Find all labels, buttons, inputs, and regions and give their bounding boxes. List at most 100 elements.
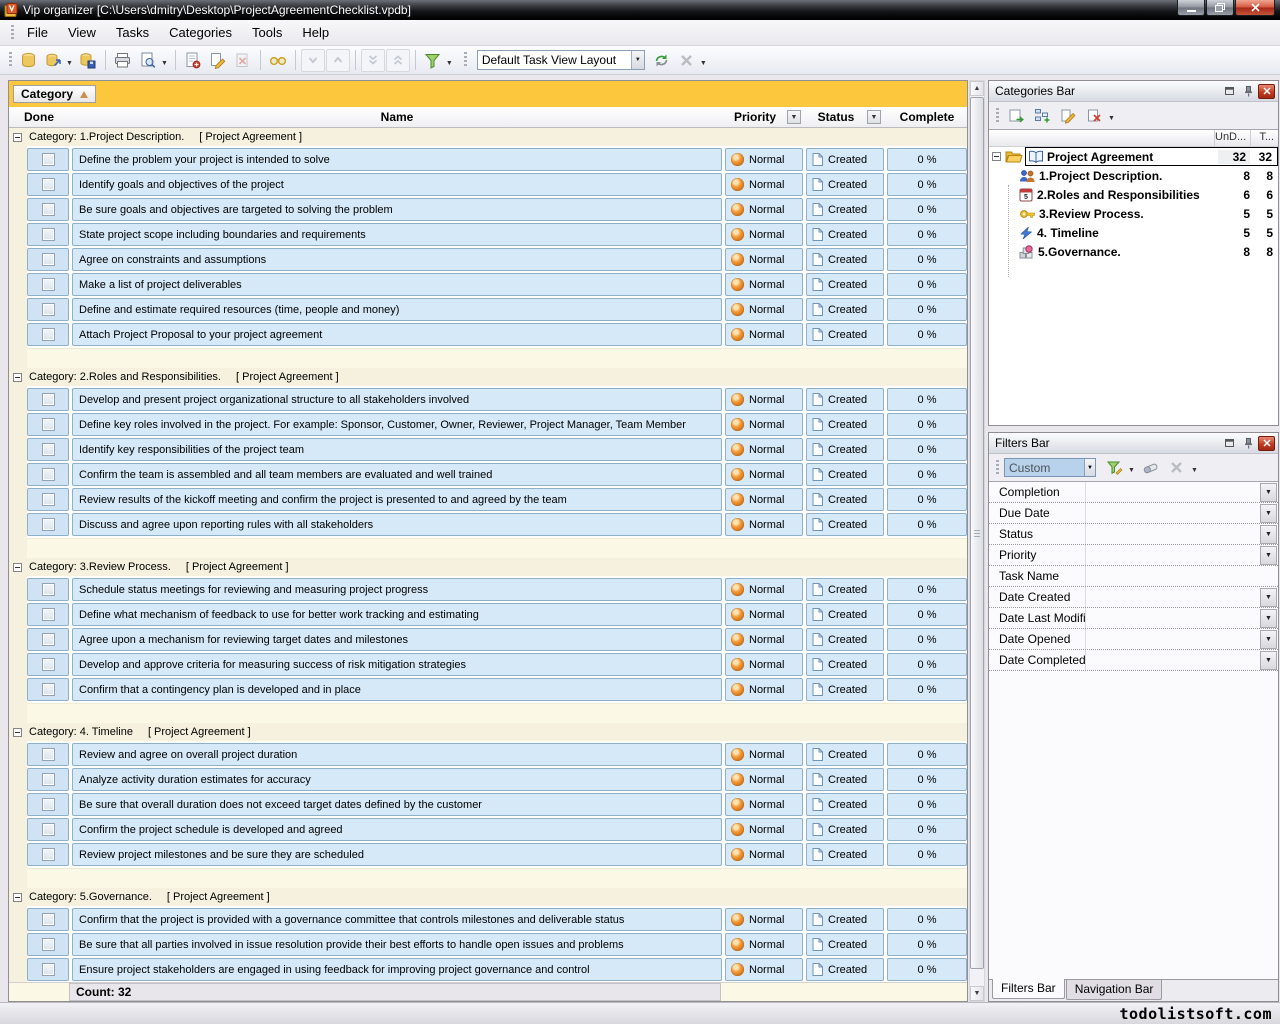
task-status-cell[interactable]: Created [806,463,884,486]
task-row[interactable]: State project scope including boundaries… [9,223,967,246]
task-priority-cell[interactable]: Normal [725,438,803,461]
task-name-cell[interactable]: State project scope including boundaries… [72,223,722,246]
task-done-checkbox[interactable] [42,633,55,646]
task-row[interactable]: Identify key responsibilities of the pro… [9,438,967,461]
task-priority-cell[interactable]: Normal [725,298,803,321]
close-button[interactable] [1235,0,1275,16]
task-status-cell[interactable]: Created [806,148,884,171]
task-name-cell[interactable]: Define the problem your project is inten… [72,148,722,171]
task-done-checkbox[interactable] [42,823,55,836]
task-done-checkbox[interactable] [42,963,55,976]
task-row[interactable]: Review results of the kickoff meeting an… [9,488,967,511]
print-preview-icon[interactable] [136,49,160,72]
task-row[interactable]: Review project milestones and be sure th… [9,843,967,866]
tab-navigation-bar[interactable]: Navigation Bar [1066,980,1163,1000]
tree-column-total[interactable]: T... [1250,130,1278,146]
task-row[interactable]: Develop and present project organization… [9,388,967,411]
task-complete-cell[interactable]: 0 % [887,148,967,171]
category-header-row[interactable]: Category: 4. Timeline [ Project Agreemen… [9,723,967,741]
panel-restore-icon[interactable] [1220,84,1238,99]
eraser-icon[interactable] [1139,456,1163,479]
task-status-cell[interactable]: Created [806,933,884,956]
task-row[interactable]: Be sure that overall duration does not e… [9,793,967,816]
task-done-checkbox[interactable] [42,748,55,761]
task-priority-cell[interactable]: Normal [725,678,803,701]
task-done-checkbox[interactable] [42,178,55,191]
task-status-cell[interactable]: Created [806,223,884,246]
delete-category-icon[interactable] [1082,104,1106,127]
filter-dropdown-icon[interactable]: ▼ [1260,609,1277,628]
print-icon[interactable] [111,49,135,72]
task-priority-cell[interactable]: Normal [725,578,803,601]
task-done-checkbox[interactable] [42,848,55,861]
filter-dropdown-icon[interactable]: ▼ [1260,651,1277,670]
task-name-cell[interactable]: Confirm the project schedule is develope… [72,818,722,841]
task-priority-cell[interactable]: Normal [725,743,803,766]
move-up-icon[interactable] [326,49,350,72]
task-name-cell[interactable]: Define what mechanism of feedback to use… [72,603,722,626]
edit-category-icon[interactable] [1056,104,1080,127]
task-complete-cell[interactable]: 0 % [887,463,967,486]
task-status-cell[interactable]: Created [806,248,884,271]
panel-restore-icon[interactable] [1220,436,1238,451]
delete-task-icon[interactable] [231,49,255,72]
task-priority-cell[interactable]: Normal [725,958,803,981]
minimize-button[interactable] [1177,0,1205,16]
column-header-priority[interactable]: Priority [725,110,785,124]
task-priority-cell[interactable]: Normal [725,793,803,816]
task-done-checkbox[interactable] [42,583,55,596]
task-done-checkbox[interactable] [42,658,55,671]
task-row[interactable]: Ensure project stakeholders are engaged … [9,958,967,981]
task-row[interactable]: Define the problem your project is inten… [9,148,967,171]
task-name-cell[interactable]: Be sure that all parties involved in iss… [72,933,722,956]
task-status-cell[interactable]: Created [806,768,884,791]
task-complete-cell[interactable]: 0 % [887,273,967,296]
apply-filter-icon[interactable] [1102,456,1126,479]
task-priority-cell[interactable]: Normal [725,628,803,651]
task-done-checkbox[interactable] [42,253,55,266]
layout-combobox-dropdown-icon[interactable]: ▼ [631,51,644,69]
task-priority-cell[interactable]: Normal [725,323,803,346]
category-header-row[interactable]: Category: 5.Governance. [ Project Agreem… [9,888,967,906]
task-done-checkbox[interactable] [42,798,55,811]
tree-category-row[interactable]: 1.Project Description. 8 8 [989,166,1278,185]
task-status-cell[interactable]: Created [806,793,884,816]
task-done-checkbox[interactable] [42,303,55,316]
scrollbar-thumb[interactable] [970,97,984,969]
filter-field-value[interactable] [1085,482,1260,502]
task-complete-cell[interactable]: 0 % [887,488,967,511]
task-complete-cell[interactable]: 0 % [887,793,967,816]
task-complete-cell[interactable]: 0 % [887,578,967,601]
task-status-cell[interactable]: Created [806,323,884,346]
task-priority-cell[interactable]: Normal [725,653,803,676]
task-complete-cell[interactable]: 0 % [887,628,967,651]
vertical-scrollbar[interactable]: ▲ ▼ [969,80,985,1002]
task-complete-cell[interactable]: 0 % [887,438,967,461]
task-row[interactable]: Review and agree on overall project dura… [9,743,967,766]
filter-icon[interactable] [421,49,445,72]
tree-category-row[interactable]: 4. Timeline 5 5 [989,223,1278,242]
move-bottom-icon[interactable] [361,49,385,72]
tree-root-selection[interactable]: Project Agreement 32 32 [1025,147,1278,166]
task-priority-cell[interactable]: Normal [725,818,803,841]
task-complete-cell[interactable]: 0 % [887,388,967,411]
task-done-checkbox[interactable] [42,518,55,531]
tree-collapse-icon[interactable] [992,152,1001,161]
task-priority-cell[interactable]: Normal [725,173,803,196]
task-name-cell[interactable]: Analyze activity duration estimates for … [72,768,722,791]
filter-dropdown-icon[interactable]: ▼ [446,60,453,67]
categories-toolbar-overflow-icon[interactable]: ▼ [1108,115,1115,122]
task-row[interactable]: Define key roles involved in the project… [9,413,967,436]
task-complete-cell[interactable]: 0 % [887,818,967,841]
task-priority-cell[interactable]: Normal [725,488,803,511]
task-done-checkbox[interactable] [42,393,55,406]
task-complete-cell[interactable]: 0 % [887,908,967,931]
category-header-row[interactable]: Category: 1.Project Description. [ Proje… [9,128,967,146]
new-database-icon[interactable] [16,49,40,72]
task-complete-cell[interactable]: 0 % [887,768,967,791]
task-priority-cell[interactable]: Normal [725,908,803,931]
task-status-cell[interactable]: Created [806,743,884,766]
task-status-cell[interactable]: Created [806,843,884,866]
apply-layout-icon[interactable] [650,49,674,72]
move-down-icon[interactable] [301,49,325,72]
